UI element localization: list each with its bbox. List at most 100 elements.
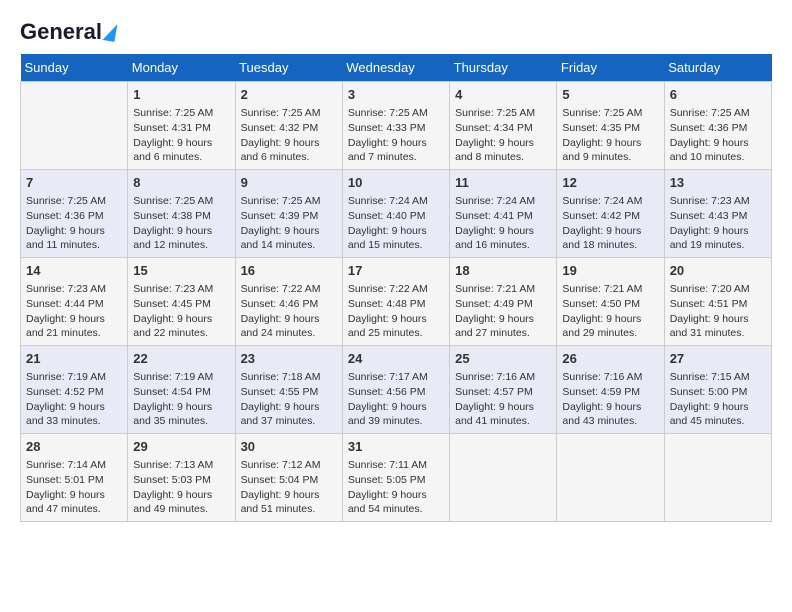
calendar-cell: 20 Sunrise: 7:20 AM Sunset: 4:51 PM Dayli…	[664, 258, 771, 346]
calendar-week-row: 28Sunrise: 7:14 AM Sunset: 5:01 PM Dayli…	[21, 433, 772, 521]
header-thursday: Thursday	[450, 54, 557, 82]
day-number: 6	[670, 86, 766, 104]
calendar-cell: 18 Sunrise: 7:21 AM Sunset: 4:49 PM Dayli…	[450, 258, 557, 346]
calendar-cell: 16 Sunrise: 7:22 AM Sunset: 4:46 PM Dayli…	[235, 258, 342, 346]
day-number: 21	[26, 350, 122, 368]
calendar-cell: 5 Sunrise: 7:25 AM Sunset: 4:35 PM Daylig…	[557, 82, 664, 170]
calendar-table: SundayMondayTuesdayWednesdayThursdayFrid…	[20, 54, 772, 522]
cell-sun-info: Sunrise: 7:25 AM Sunset: 4:31 PM Dayligh…	[133, 106, 229, 165]
day-number: 26	[562, 350, 658, 368]
day-number: 1	[133, 86, 229, 104]
cell-sun-info: Sunrise: 7:25 AM Sunset: 4:38 PM Dayligh…	[133, 194, 229, 253]
day-number: 24	[348, 350, 444, 368]
header-tuesday: Tuesday	[235, 54, 342, 82]
cell-sun-info: Sunrise: 7:21 AM Sunset: 4:50 PM Dayligh…	[562, 282, 658, 341]
calendar-cell: 12 Sunrise: 7:24 AM Sunset: 4:42 PM Dayli…	[557, 170, 664, 258]
cell-sun-info: Sunrise: 7:13 AM Sunset: 5:03 PM Dayligh…	[133, 458, 229, 517]
calendar-cell: 8Sunrise: 7:25 AM Sunset: 4:38 PM Daylig…	[128, 170, 235, 258]
calendar-cell	[450, 433, 557, 521]
calendar-cell: 10 Sunrise: 7:24 AM Sunset: 4:40 PM Dayli…	[342, 170, 449, 258]
calendar-week-row: 7Sunrise: 7:25 AM Sunset: 4:36 PM Daylig…	[21, 170, 772, 258]
day-number: 19	[562, 262, 658, 280]
calendar-cell: 15 Sunrise: 7:23 AM Sunset: 4:45 PM Dayli…	[128, 258, 235, 346]
logo-general: General	[20, 20, 102, 44]
calendar-cell: 28Sunrise: 7:14 AM Sunset: 5:01 PM Dayli…	[21, 433, 128, 521]
page-header: General	[20, 20, 772, 44]
calendar-cell: 2 Sunrise: 7:25 AM Sunset: 4:32 PM Daylig…	[235, 82, 342, 170]
calendar-week-row: 14Sunrise: 7:23 AM Sunset: 4:44 PM Dayli…	[21, 258, 772, 346]
header-monday: Monday	[128, 54, 235, 82]
day-number: 29	[133, 438, 229, 456]
calendar-cell: 27 Sunrise: 7:15 AM Sunset: 5:00 PM Dayli…	[664, 346, 771, 434]
day-number: 10	[348, 174, 444, 192]
calendar-cell: 26 Sunrise: 7:16 AM Sunset: 4:59 PM Dayli…	[557, 346, 664, 434]
calendar-header-row: SundayMondayTuesdayWednesdayThursdayFrid…	[21, 54, 772, 82]
calendar-cell: 9 Sunrise: 7:25 AM Sunset: 4:39 PM Daylig…	[235, 170, 342, 258]
day-number: 23	[241, 350, 337, 368]
cell-sun-info: Sunrise: 7:16 AM Sunset: 4:57 PM Dayligh…	[455, 370, 551, 429]
calendar-cell: 23 Sunrise: 7:18 AM Sunset: 4:55 PM Dayli…	[235, 346, 342, 434]
header-saturday: Saturday	[664, 54, 771, 82]
cell-sun-info: Sunrise: 7:23 AM Sunset: 4:45 PM Dayligh…	[133, 282, 229, 341]
cell-sun-info: Sunrise: 7:12 AM Sunset: 5:04 PM Dayligh…	[241, 458, 337, 517]
cell-sun-info: Sunrise: 7:25 AM Sunset: 4:32 PM Dayligh…	[241, 106, 337, 165]
cell-sun-info: Sunrise: 7:24 AM Sunset: 4:40 PM Dayligh…	[348, 194, 444, 253]
header-wednesday: Wednesday	[342, 54, 449, 82]
calendar-week-row: 1 Sunrise: 7:25 AM Sunset: 4:31 PM Daylig…	[21, 82, 772, 170]
cell-sun-info: Sunrise: 7:25 AM Sunset: 4:34 PM Dayligh…	[455, 106, 551, 165]
cell-sun-info: Sunrise: 7:16 AM Sunset: 4:59 PM Dayligh…	[562, 370, 658, 429]
cell-sun-info: Sunrise: 7:19 AM Sunset: 4:54 PM Dayligh…	[133, 370, 229, 429]
calendar-cell: 3 Sunrise: 7:25 AM Sunset: 4:33 PM Daylig…	[342, 82, 449, 170]
calendar-cell	[664, 433, 771, 521]
calendar-cell: 25 Sunrise: 7:16 AM Sunset: 4:57 PM Dayli…	[450, 346, 557, 434]
cell-sun-info: Sunrise: 7:24 AM Sunset: 4:42 PM Dayligh…	[562, 194, 658, 253]
calendar-week-row: 21 Sunrise: 7:19 AM Sunset: 4:52 PM Dayli…	[21, 346, 772, 434]
header-sunday: Sunday	[21, 54, 128, 82]
day-number: 30	[241, 438, 337, 456]
day-number: 27	[670, 350, 766, 368]
day-number: 13	[670, 174, 766, 192]
day-number: 7	[26, 174, 122, 192]
calendar-cell: 30 Sunrise: 7:12 AM Sunset: 5:04 PM Dayli…	[235, 433, 342, 521]
calendar-cell: 7Sunrise: 7:25 AM Sunset: 4:36 PM Daylig…	[21, 170, 128, 258]
calendar-cell: 13 Sunrise: 7:23 AM Sunset: 4:43 PM Dayli…	[664, 170, 771, 258]
day-number: 2	[241, 86, 337, 104]
calendar-cell: 24 Sunrise: 7:17 AM Sunset: 4:56 PM Dayli…	[342, 346, 449, 434]
day-number: 20	[670, 262, 766, 280]
cell-sun-info: Sunrise: 7:25 AM Sunset: 4:39 PM Dayligh…	[241, 194, 337, 253]
day-number: 16	[241, 262, 337, 280]
calendar-cell: 21 Sunrise: 7:19 AM Sunset: 4:52 PM Dayli…	[21, 346, 128, 434]
cell-sun-info: Sunrise: 7:25 AM Sunset: 4:36 PM Dayligh…	[670, 106, 766, 165]
cell-sun-info: Sunrise: 7:14 AM Sunset: 5:01 PM Dayligh…	[26, 458, 122, 517]
day-number: 18	[455, 262, 551, 280]
calendar-cell: 1 Sunrise: 7:25 AM Sunset: 4:31 PM Daylig…	[128, 82, 235, 170]
cell-sun-info: Sunrise: 7:22 AM Sunset: 4:46 PM Dayligh…	[241, 282, 337, 341]
cell-sun-info: Sunrise: 7:17 AM Sunset: 4:56 PM Dayligh…	[348, 370, 444, 429]
day-number: 9	[241, 174, 337, 192]
calendar-cell: 29 Sunrise: 7:13 AM Sunset: 5:03 PM Dayli…	[128, 433, 235, 521]
calendar-cell: 17Sunrise: 7:22 AM Sunset: 4:48 PM Dayli…	[342, 258, 449, 346]
cell-sun-info: Sunrise: 7:15 AM Sunset: 5:00 PM Dayligh…	[670, 370, 766, 429]
cell-sun-info: Sunrise: 7:20 AM Sunset: 4:51 PM Dayligh…	[670, 282, 766, 341]
logo: General	[20, 20, 116, 44]
cell-sun-info: Sunrise: 7:21 AM Sunset: 4:49 PM Dayligh…	[455, 282, 551, 341]
day-number: 12	[562, 174, 658, 192]
day-number: 25	[455, 350, 551, 368]
cell-sun-info: Sunrise: 7:23 AM Sunset: 4:43 PM Dayligh…	[670, 194, 766, 253]
cell-sun-info: Sunrise: 7:25 AM Sunset: 4:33 PM Dayligh…	[348, 106, 444, 165]
cell-sun-info: Sunrise: 7:18 AM Sunset: 4:55 PM Dayligh…	[241, 370, 337, 429]
day-number: 31	[348, 438, 444, 456]
day-number: 14	[26, 262, 122, 280]
calendar-cell: 31 Sunrise: 7:11 AM Sunset: 5:05 PM Dayli…	[342, 433, 449, 521]
cell-sun-info: Sunrise: 7:25 AM Sunset: 4:35 PM Dayligh…	[562, 106, 658, 165]
cell-sun-info: Sunrise: 7:11 AM Sunset: 5:05 PM Dayligh…	[348, 458, 444, 517]
calendar-cell: 22 Sunrise: 7:19 AM Sunset: 4:54 PM Dayli…	[128, 346, 235, 434]
calendar-cell	[21, 82, 128, 170]
day-number: 15	[133, 262, 229, 280]
calendar-cell: 6 Sunrise: 7:25 AM Sunset: 4:36 PM Daylig…	[664, 82, 771, 170]
day-number: 22	[133, 350, 229, 368]
cell-sun-info: Sunrise: 7:19 AM Sunset: 4:52 PM Dayligh…	[26, 370, 122, 429]
day-number: 11	[455, 174, 551, 192]
day-number: 5	[562, 86, 658, 104]
day-number: 3	[348, 86, 444, 104]
